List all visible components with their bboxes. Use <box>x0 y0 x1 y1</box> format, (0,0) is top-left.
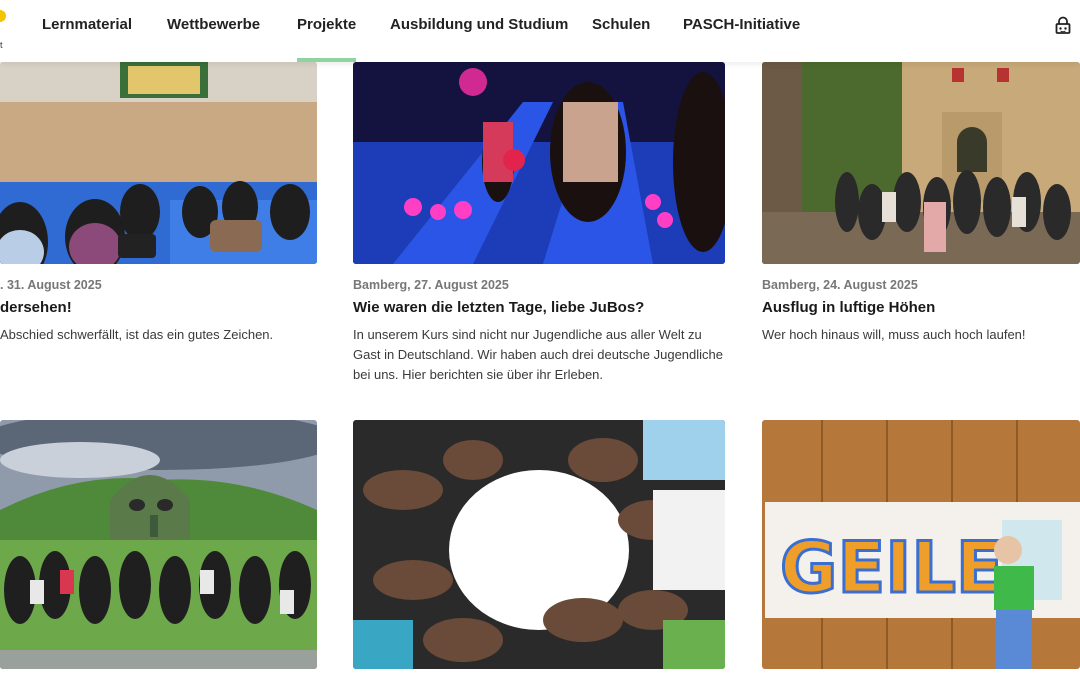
article-title[interactable]: Ausflug in luftige Höhen <box>762 299 935 316</box>
article-title[interactable]: dersehen! <box>0 299 72 316</box>
main-navigation: t Lernmaterial Wettbewerbe Projekte Ausb… <box>0 0 1080 62</box>
banner-text: GEILE <box>780 527 1004 609</box>
nav-item-ausbildung-und-studium[interactable]: Ausbildung und Studium <box>390 0 568 62</box>
article-image-hands-circle[interactable] <box>353 420 725 669</box>
article-title[interactable]: Wie waren die letzten Tage, liebe JuBos? <box>353 299 644 316</box>
article-image-graffiti-banner[interactable]: GEILE <box>762 420 1080 669</box>
article-image-group-sitting[interactable] <box>0 62 317 264</box>
article-image-bowling[interactable] <box>353 62 725 264</box>
article-image-castle-group[interactable] <box>762 62 1080 264</box>
article-image-hill-giant-group[interactable] <box>0 420 317 669</box>
article-meta: Bamberg, 27. August 2025 <box>353 278 509 292</box>
article-teaser: Wer hoch hinaus will, muss auch hoch lau… <box>762 327 1026 342</box>
nav-item-projekte[interactable]: Projekte <box>297 0 357 62</box>
nav-item-lernmaterial[interactable]: Lernmaterial <box>42 0 132 62</box>
lock-icon[interactable] <box>1054 16 1072 34</box>
article-teaser: In unserem Kurs sind nicht nur Jugendlic… <box>353 327 723 382</box>
logo-sun-icon <box>0 10 6 22</box>
nav-item-schulen[interactable]: Schulen <box>592 0 650 62</box>
article-meta: Bamberg, 24. August 2025 <box>762 278 918 292</box>
article-meta: . 31. August 2025 <box>0 278 102 292</box>
nav-item-wettbewerbe[interactable]: Wettbewerbe <box>167 0 260 62</box>
logo[interactable]: t <box>0 10 10 52</box>
article-teaser: Abschied schwerfällt, ist das ein gutes … <box>0 327 274 342</box>
nav-item-pasch-initiative[interactable]: PASCH-Initiative <box>683 0 800 62</box>
logo-text-fragment: t <box>0 40 3 50</box>
